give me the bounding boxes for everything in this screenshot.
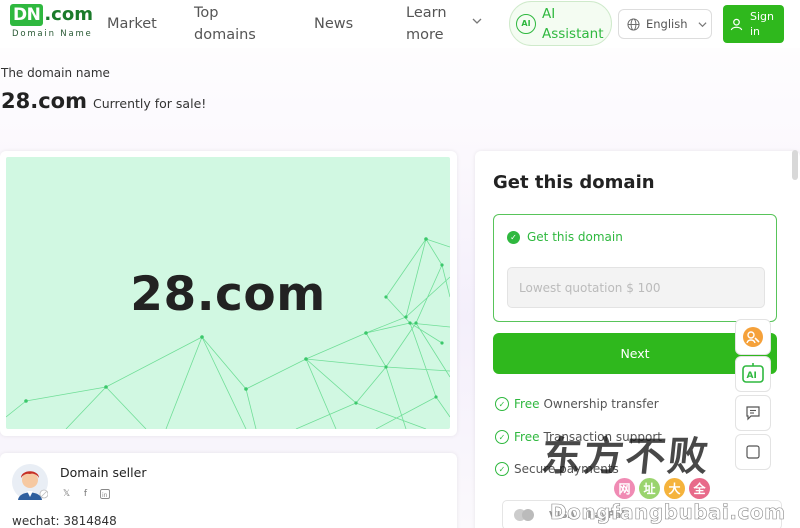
facebook-icon[interactable]: f	[79, 487, 92, 500]
feature-free-label: Free	[514, 397, 540, 411]
site-logo[interactable]: DN .com Domain Name	[10, 4, 96, 44]
nav-top-domains[interactable]: Top domains	[194, 0, 274, 48]
nav-market[interactable]: Market	[107, 0, 157, 48]
bid-button[interactable]	[735, 319, 771, 355]
check-circle-icon: ✓	[495, 430, 509, 444]
user-icon	[730, 18, 743, 30]
quotation-input[interactable]	[507, 267, 765, 308]
preview-domain-name: 28.com	[130, 267, 326, 322]
svg-text:in: in	[102, 492, 108, 499]
more-icon	[746, 445, 760, 459]
top-navbar: DN .com Domain Name Market Top domains N…	[0, 0, 800, 48]
message-icon	[746, 406, 760, 421]
sale-status: Currently for sale!	[92, 96, 207, 111]
ai-chat-badge: AI	[747, 371, 757, 381]
more-button[interactable]	[735, 434, 771, 470]
chevron-down-icon[interactable]	[472, 16, 482, 26]
message-button[interactable]	[735, 395, 771, 431]
watermark-site: Dongfangbubai.com	[550, 500, 786, 525]
mastercard-icon	[514, 509, 534, 521]
seller-avatar	[12, 464, 48, 500]
feature-free-label: Free	[514, 430, 540, 444]
domain-name: 28.com	[1, 89, 87, 113]
logo-tagline: Domain Name	[12, 29, 93, 39]
logo-mark: DN	[10, 4, 44, 26]
domain-preview-card: 28.com	[0, 151, 457, 436]
scrollbar-thumb[interactable]	[792, 150, 798, 180]
intro-heading: 28.com Currently for sale!	[1, 89, 206, 113]
watermark-char: 址	[639, 478, 660, 499]
logo-suffix: .com	[44, 4, 93, 25]
language-selector[interactable]: English	[618, 9, 712, 39]
nav-news[interactable]: News	[314, 0, 353, 48]
seller-wechat: wechat: 3814848	[12, 514, 117, 528]
ai-chat-button[interactable]: AI	[735, 356, 771, 392]
linkedin-icon[interactable]: in	[98, 487, 111, 500]
check-circle-icon: ✓	[495, 462, 509, 476]
watermark-char: 大	[664, 478, 685, 499]
chevron-down-icon	[698, 21, 707, 27]
ai-assistant-label: AI Assistant	[542, 5, 604, 42]
intro-prefix: The domain name	[1, 66, 110, 80]
offer-option[interactable]: ✓ Get this domain	[507, 230, 623, 244]
bid-icon	[743, 327, 763, 347]
seller-title: Domain seller	[60, 465, 147, 480]
x-icon[interactable]: 𝕏	[60, 487, 73, 500]
ai-assistant-button[interactable]: AI AI Assistant	[509, 1, 612, 46]
sign-in-label: Sign in	[750, 10, 774, 38]
offer-option-box[interactable]: ✓ Get this domain	[493, 214, 777, 322]
scrollbar[interactable]	[792, 150, 798, 528]
globe-icon	[627, 17, 640, 31]
seller-card: Domain seller 𝕏 f in wechat: 3814848	[0, 453, 457, 528]
feature-text: Ownership transfer	[543, 397, 659, 411]
watermark-title: 东方不败	[539, 433, 713, 480]
domain-preview-image: 28.com	[6, 157, 450, 429]
language-label: English	[646, 17, 688, 31]
ai-chat-icon: AI	[742, 363, 764, 383]
check-circle-icon: ✓	[495, 397, 509, 411]
watermark-char: 全	[689, 478, 710, 499]
ai-icon: AI	[516, 13, 536, 34]
offer-option-label: Get this domain	[527, 230, 623, 244]
purchase-title: Get this domain	[493, 172, 655, 193]
seller-social-links: 𝕏 f in	[60, 487, 111, 500]
watermark-char: 网	[614, 478, 635, 499]
watermark-badges: 网 址 大 全	[614, 478, 710, 499]
check-icon: ✓	[507, 230, 520, 244]
feature-ownership-transfer: ✓ Free Ownership transfer	[495, 397, 659, 411]
sign-in-button[interactable]: Sign in	[723, 5, 784, 43]
